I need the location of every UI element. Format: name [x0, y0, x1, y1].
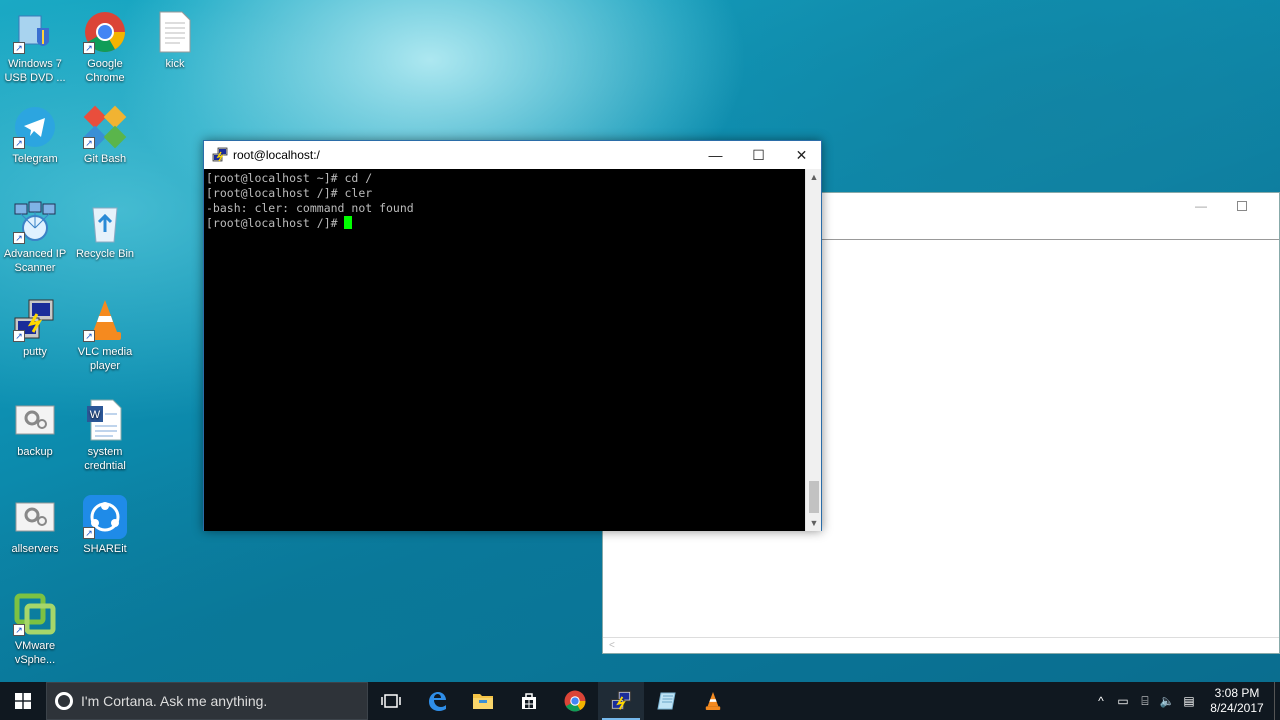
terminal-cursor	[344, 216, 353, 229]
scrollbar-thumb[interactable]	[809, 481, 819, 513]
desktop-icon-vlc[interactable]: ↗ VLC media player	[68, 298, 142, 373]
desktop-icon-label: SHAREit	[83, 543, 127, 555]
putty-icon	[610, 690, 632, 710]
taskbar-store[interactable]	[506, 682, 552, 720]
desktop-icon-shareit[interactable]: ↗ SHAREit	[68, 495, 142, 556]
windows-logo-icon	[15, 693, 31, 709]
usb-dvd-tool-icon: ↗	[13, 10, 57, 54]
show-desktop-button[interactable]	[1274, 682, 1280, 720]
desktop-icon-putty[interactable]: ↗ putty	[0, 298, 72, 359]
telegram-icon: ↗	[13, 105, 57, 149]
desktop-icon-label: kick	[165, 58, 185, 70]
desktop-icon-telegram[interactable]: ↗ Telegram	[0, 105, 72, 166]
git-bash-icon: ↗	[83, 105, 127, 149]
desktop-icon-backup[interactable]: backup	[0, 398, 72, 459]
putty-terminal-window[interactable]: root@localhost:/ — ☐ ✕ [root@localhost ~…	[203, 140, 822, 531]
paper-stack-icon	[657, 692, 676, 710]
clock-time: 3:08 PM	[1214, 686, 1260, 700]
word-document-icon: W	[83, 398, 127, 442]
desktop-icon-windows7-usb[interactable]: ↗ Windows 7 USB DVD ...	[0, 10, 72, 85]
vertical-scrollbar[interactable]: ▲ ▼	[805, 169, 821, 531]
taskbar-notes-app[interactable]	[644, 682, 690, 720]
chrome-icon: ↗	[83, 10, 127, 54]
network-icon[interactable]: ⌸	[1134, 694, 1156, 709]
taskbar-chrome[interactable]	[552, 682, 598, 720]
desktop-icon-label: backup	[17, 446, 53, 458]
desktop-icon-label: system credntial	[84, 446, 126, 472]
desktop-icon-google-chrome[interactable]: ↗ Google Chrome	[68, 10, 142, 85]
terminal-line: -bash: cler: command not found	[206, 201, 414, 215]
show-hidden-icons-chevron-icon[interactable]: ^	[1090, 694, 1112, 708]
taskbar-vlc[interactable]	[690, 682, 736, 720]
shareit-icon: ↗	[83, 495, 127, 539]
scroll-up-arrow-icon[interactable]: ▲	[806, 169, 822, 185]
svg-text:W: W	[90, 409, 101, 421]
maximize-button[interactable]: ☐	[737, 141, 780, 169]
action-center-icon[interactable]: ▤	[1178, 694, 1200, 708]
clock-date: 8/24/2017	[1210, 701, 1264, 715]
desktop-icon-label: Advanced IP Scanner	[3, 248, 67, 274]
system-tray: ^ ▭ ⌸ 🔈 ▤ 3:08 PM 8/24/2017	[1090, 682, 1280, 720]
vlc-icon: ↗	[83, 298, 127, 342]
minimize-button[interactable]: —	[694, 141, 737, 169]
desktop-icon-label: VLC media player	[77, 346, 133, 372]
cortana-search-box[interactable]: I'm Cortana. Ask me anything.	[46, 682, 368, 720]
text-file-icon	[153, 10, 197, 54]
settings-file-icon	[13, 398, 57, 442]
task-view-icon	[381, 694, 401, 708]
scroll-left-arrow-icon[interactable]: <	[609, 640, 615, 651]
edge-icon	[429, 692, 446, 711]
volume-muted-icon[interactable]: 🔈	[1156, 694, 1178, 708]
desktop-icon-advanced-ip-scanner[interactable]: ↗ Advanced IP Scanner	[0, 200, 72, 275]
ip-scanner-icon: ↗	[13, 200, 57, 244]
desktop-icon-label: VMware vSphe...	[14, 640, 56, 666]
desktop-icon-system-credntial[interactable]: W system credntial	[68, 398, 142, 473]
horizontal-scrollbar[interactable]: <	[603, 637, 1279, 653]
close-button[interactable]: ✕	[780, 141, 823, 169]
store-icon	[522, 693, 536, 709]
scroll-down-arrow-icon[interactable]: ▼	[806, 515, 822, 531]
taskbar-edge[interactable]	[414, 682, 460, 720]
taskbar-putty[interactable]	[598, 682, 644, 720]
terminal-line: [root@localhost /]# cler	[206, 186, 373, 200]
maximize-button[interactable]	[1237, 201, 1247, 211]
desktop-icon-label: Telegram	[12, 153, 58, 165]
terminal-line: [root@localhost ~]# cd /	[206, 171, 373, 185]
search-placeholder: I'm Cortana. Ask me anything.	[81, 693, 268, 709]
settings-file-icon	[13, 495, 57, 539]
chrome-icon	[564, 690, 586, 712]
window-title: root@localhost:/	[233, 148, 320, 162]
taskbar: I'm Cortana. Ask me anything. ^ ▭ ⌸ 🔈 ▤ …	[0, 682, 1280, 720]
desktop-icon-label: Git Bash	[83, 153, 127, 165]
desktop-icon-git-bash[interactable]: ↗ Git Bash	[68, 105, 142, 166]
clock[interactable]: 3:08 PM 8/24/2017	[1204, 686, 1270, 716]
desktop-icon-label: Google Chrome	[85, 58, 125, 84]
recycle-bin-icon	[83, 200, 127, 244]
battery-power-icon[interactable]: ▭	[1112, 694, 1134, 708]
desktop-icon-label: putty	[23, 346, 47, 358]
desktop-icon-label: Windows 7 USB DVD ...	[4, 58, 66, 84]
desktop-icon-vmware-vsphere[interactable]: ↗ VMware vSphe...	[0, 592, 72, 667]
start-button[interactable]	[0, 682, 46, 720]
minimize-button[interactable]: —	[1195, 199, 1207, 213]
terminal-prompt: [root@localhost /]#	[206, 216, 345, 230]
desktop-icon-label: allservers	[11, 543, 59, 555]
desktop-icon-recycle-bin[interactable]: Recycle Bin	[68, 200, 142, 261]
putty-titlebar[interactable]: root@localhost:/ — ☐ ✕	[204, 141, 821, 169]
vlc-icon	[705, 692, 721, 710]
putty-icon	[212, 147, 228, 163]
task-view-button[interactable]	[368, 682, 414, 720]
taskbar-file-explorer[interactable]	[460, 682, 506, 720]
desktop-icon-label: Recycle Bin	[75, 248, 135, 260]
terminal-prompt-line: [root@localhost /]#	[206, 216, 804, 231]
vmware-vsphere-icon: ↗	[13, 592, 57, 636]
putty-icon: ↗	[13, 298, 57, 342]
desktop-icon-kick[interactable]: kick	[138, 10, 212, 71]
folder-icon	[473, 694, 493, 709]
desktop-icon-allservers[interactable]: allservers	[0, 495, 72, 556]
cortana-icon	[55, 692, 73, 710]
terminal-output[interactable]: [root@localhost ~]# cd / [root@localhost …	[204, 169, 806, 531]
